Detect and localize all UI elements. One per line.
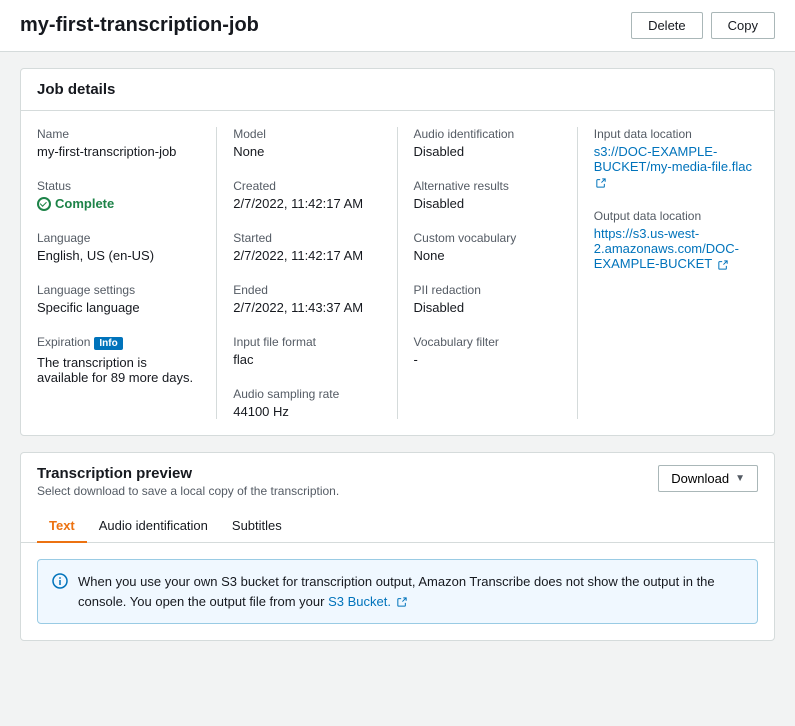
- delete-button[interactable]: Delete: [631, 12, 703, 39]
- expiration-info-badge[interactable]: Info: [94, 337, 122, 350]
- tab-subtitles[interactable]: Subtitles: [220, 510, 294, 543]
- input-format-label: Input file format: [233, 335, 380, 349]
- pii-label: PII redaction: [414, 283, 561, 297]
- alt-results-label: Alternative results: [414, 179, 561, 193]
- output-location-link[interactable]: https://s3.us-west-2.amazonaws.com/DOC-E…: [594, 226, 739, 271]
- tabs-row: Text Audio identification Subtitles: [21, 510, 774, 543]
- preview-title: Transcription preview: [37, 465, 339, 482]
- audio-rate-item: Audio sampling rate 44100 Hz: [233, 387, 380, 419]
- name-value: my-first-transcription-job: [37, 144, 200, 159]
- status-value: Complete: [37, 196, 200, 211]
- expiration-row: Expiration Info: [37, 335, 200, 352]
- model-item: Model None: [233, 127, 380, 159]
- dropdown-arrow-icon: ▼: [735, 473, 745, 484]
- preview-subtitle: Select download to save a local copy of …: [37, 484, 339, 498]
- ended-label: Ended: [233, 283, 380, 297]
- vocab-filter-label: Vocabulary filter: [414, 335, 561, 349]
- pii-value: Disabled: [414, 300, 561, 315]
- custom-vocab-item: Custom vocabulary None: [414, 231, 561, 263]
- download-label: Download: [671, 471, 729, 486]
- custom-vocab-value: None: [414, 248, 561, 263]
- language-settings-value: Specific language: [37, 300, 200, 315]
- ended-value: 2/7/2022, 11:43:37 AM: [233, 300, 380, 315]
- status-check-icon: [37, 197, 51, 211]
- detail-col-1: Name my-first-transcription-job Status C…: [37, 127, 217, 419]
- status-item: Status Complete: [37, 179, 200, 211]
- content-area: Job details Name my-first-transcription-…: [0, 52, 795, 673]
- audio-id-label: Audio identification: [414, 127, 561, 141]
- created-item: Created 2/7/2022, 11:42:17 AM: [233, 179, 380, 211]
- pii-item: PII redaction Disabled: [414, 283, 561, 315]
- info-icon: [52, 573, 68, 592]
- status-label: Status: [37, 179, 200, 193]
- expiration-value: The transcription is available for 89 mo…: [37, 355, 200, 385]
- details-grid: Name my-first-transcription-job Status C…: [37, 127, 758, 419]
- job-details-title: Job details: [37, 81, 115, 98]
- language-settings-item: Language settings Specific language: [37, 283, 200, 315]
- ended-item: Ended 2/7/2022, 11:43:37 AM: [233, 283, 380, 315]
- tab-text[interactable]: Text: [37, 510, 87, 543]
- detail-col-2: Model None Created 2/7/2022, 11:42:17 AM…: [217, 127, 397, 419]
- job-details-card: Job details Name my-first-transcription-…: [20, 68, 775, 436]
- started-label: Started: [233, 231, 380, 245]
- output-location-label: Output data location: [594, 209, 758, 223]
- started-item: Started 2/7/2022, 11:42:17 AM: [233, 231, 380, 263]
- job-details-body: Name my-first-transcription-job Status C…: [21, 111, 774, 435]
- expiration-item: Expiration Info The transcription is ava…: [37, 335, 200, 385]
- name-item: Name my-first-transcription-job: [37, 127, 200, 159]
- language-item: Language English, US (en-US): [37, 231, 200, 263]
- vocab-filter-item: Vocabulary filter -: [414, 335, 561, 367]
- tab-content: When you use your own S3 bucket for tran…: [21, 543, 774, 640]
- alt-results-value: Disabled: [414, 196, 561, 211]
- input-format-item: Input file format flac: [233, 335, 380, 367]
- language-label: Language: [37, 231, 200, 245]
- page-title: my-first-transcription-job: [20, 14, 259, 37]
- detail-col-3: Audio identification Disabled Alternativ…: [398, 127, 578, 419]
- audio-rate-label: Audio sampling rate: [233, 387, 380, 401]
- preview-card-header: Transcription preview Select download to…: [21, 453, 774, 510]
- audio-rate-value: 44100 Hz: [233, 404, 380, 419]
- external-link-icon-2: [718, 260, 728, 270]
- audio-id-item: Audio identification Disabled: [414, 127, 561, 159]
- external-link-icon: [596, 178, 606, 188]
- copy-button[interactable]: Copy: [711, 12, 775, 39]
- output-location-item: Output data location https://s3.us-west-…: [594, 209, 758, 271]
- vocab-filter-value: -: [414, 352, 561, 367]
- info-text: When you use your own S3 bucket for tran…: [78, 572, 743, 611]
- model-value: None: [233, 144, 380, 159]
- page-wrapper: my-first-transcription-job Delete Copy J…: [0, 0, 795, 673]
- preview-title-area: Transcription preview Select download to…: [37, 465, 339, 498]
- transcription-preview-card: Transcription preview Select download to…: [20, 452, 775, 641]
- tab-audio-identification[interactable]: Audio identification: [87, 510, 220, 543]
- input-format-value: flac: [233, 352, 380, 367]
- header-bar: my-first-transcription-job Delete Copy: [0, 0, 795, 52]
- alt-results-item: Alternative results Disabled: [414, 179, 561, 211]
- s3-bucket-link[interactable]: S3 Bucket.: [328, 594, 407, 609]
- name-label: Name: [37, 127, 200, 141]
- input-location-item: Input data location s3://DOC-EXAMPLE-BUC…: [594, 127, 758, 189]
- language-settings-label: Language settings: [37, 283, 200, 297]
- custom-vocab-label: Custom vocabulary: [414, 231, 561, 245]
- created-label: Created: [233, 179, 380, 193]
- info-box: When you use your own S3 bucket for tran…: [37, 559, 758, 624]
- s3-external-link-icon: [397, 597, 407, 607]
- input-location-link[interactable]: s3://DOC-EXAMPLE-BUCKET/my-media-file.fl…: [594, 144, 752, 189]
- input-location-label: Input data location: [594, 127, 758, 141]
- download-button[interactable]: Download ▼: [658, 465, 758, 492]
- model-label: Model: [233, 127, 380, 141]
- header-actions: Delete Copy: [631, 12, 775, 39]
- language-value: English, US (en-US): [37, 248, 200, 263]
- started-value: 2/7/2022, 11:42:17 AM: [233, 248, 380, 263]
- detail-col-4: Input data location s3://DOC-EXAMPLE-BUC…: [578, 127, 758, 419]
- audio-id-value: Disabled: [414, 144, 561, 159]
- expiration-label: Expiration: [37, 335, 90, 349]
- job-details-card-header: Job details: [21, 69, 774, 111]
- created-value: 2/7/2022, 11:42:17 AM: [233, 196, 380, 211]
